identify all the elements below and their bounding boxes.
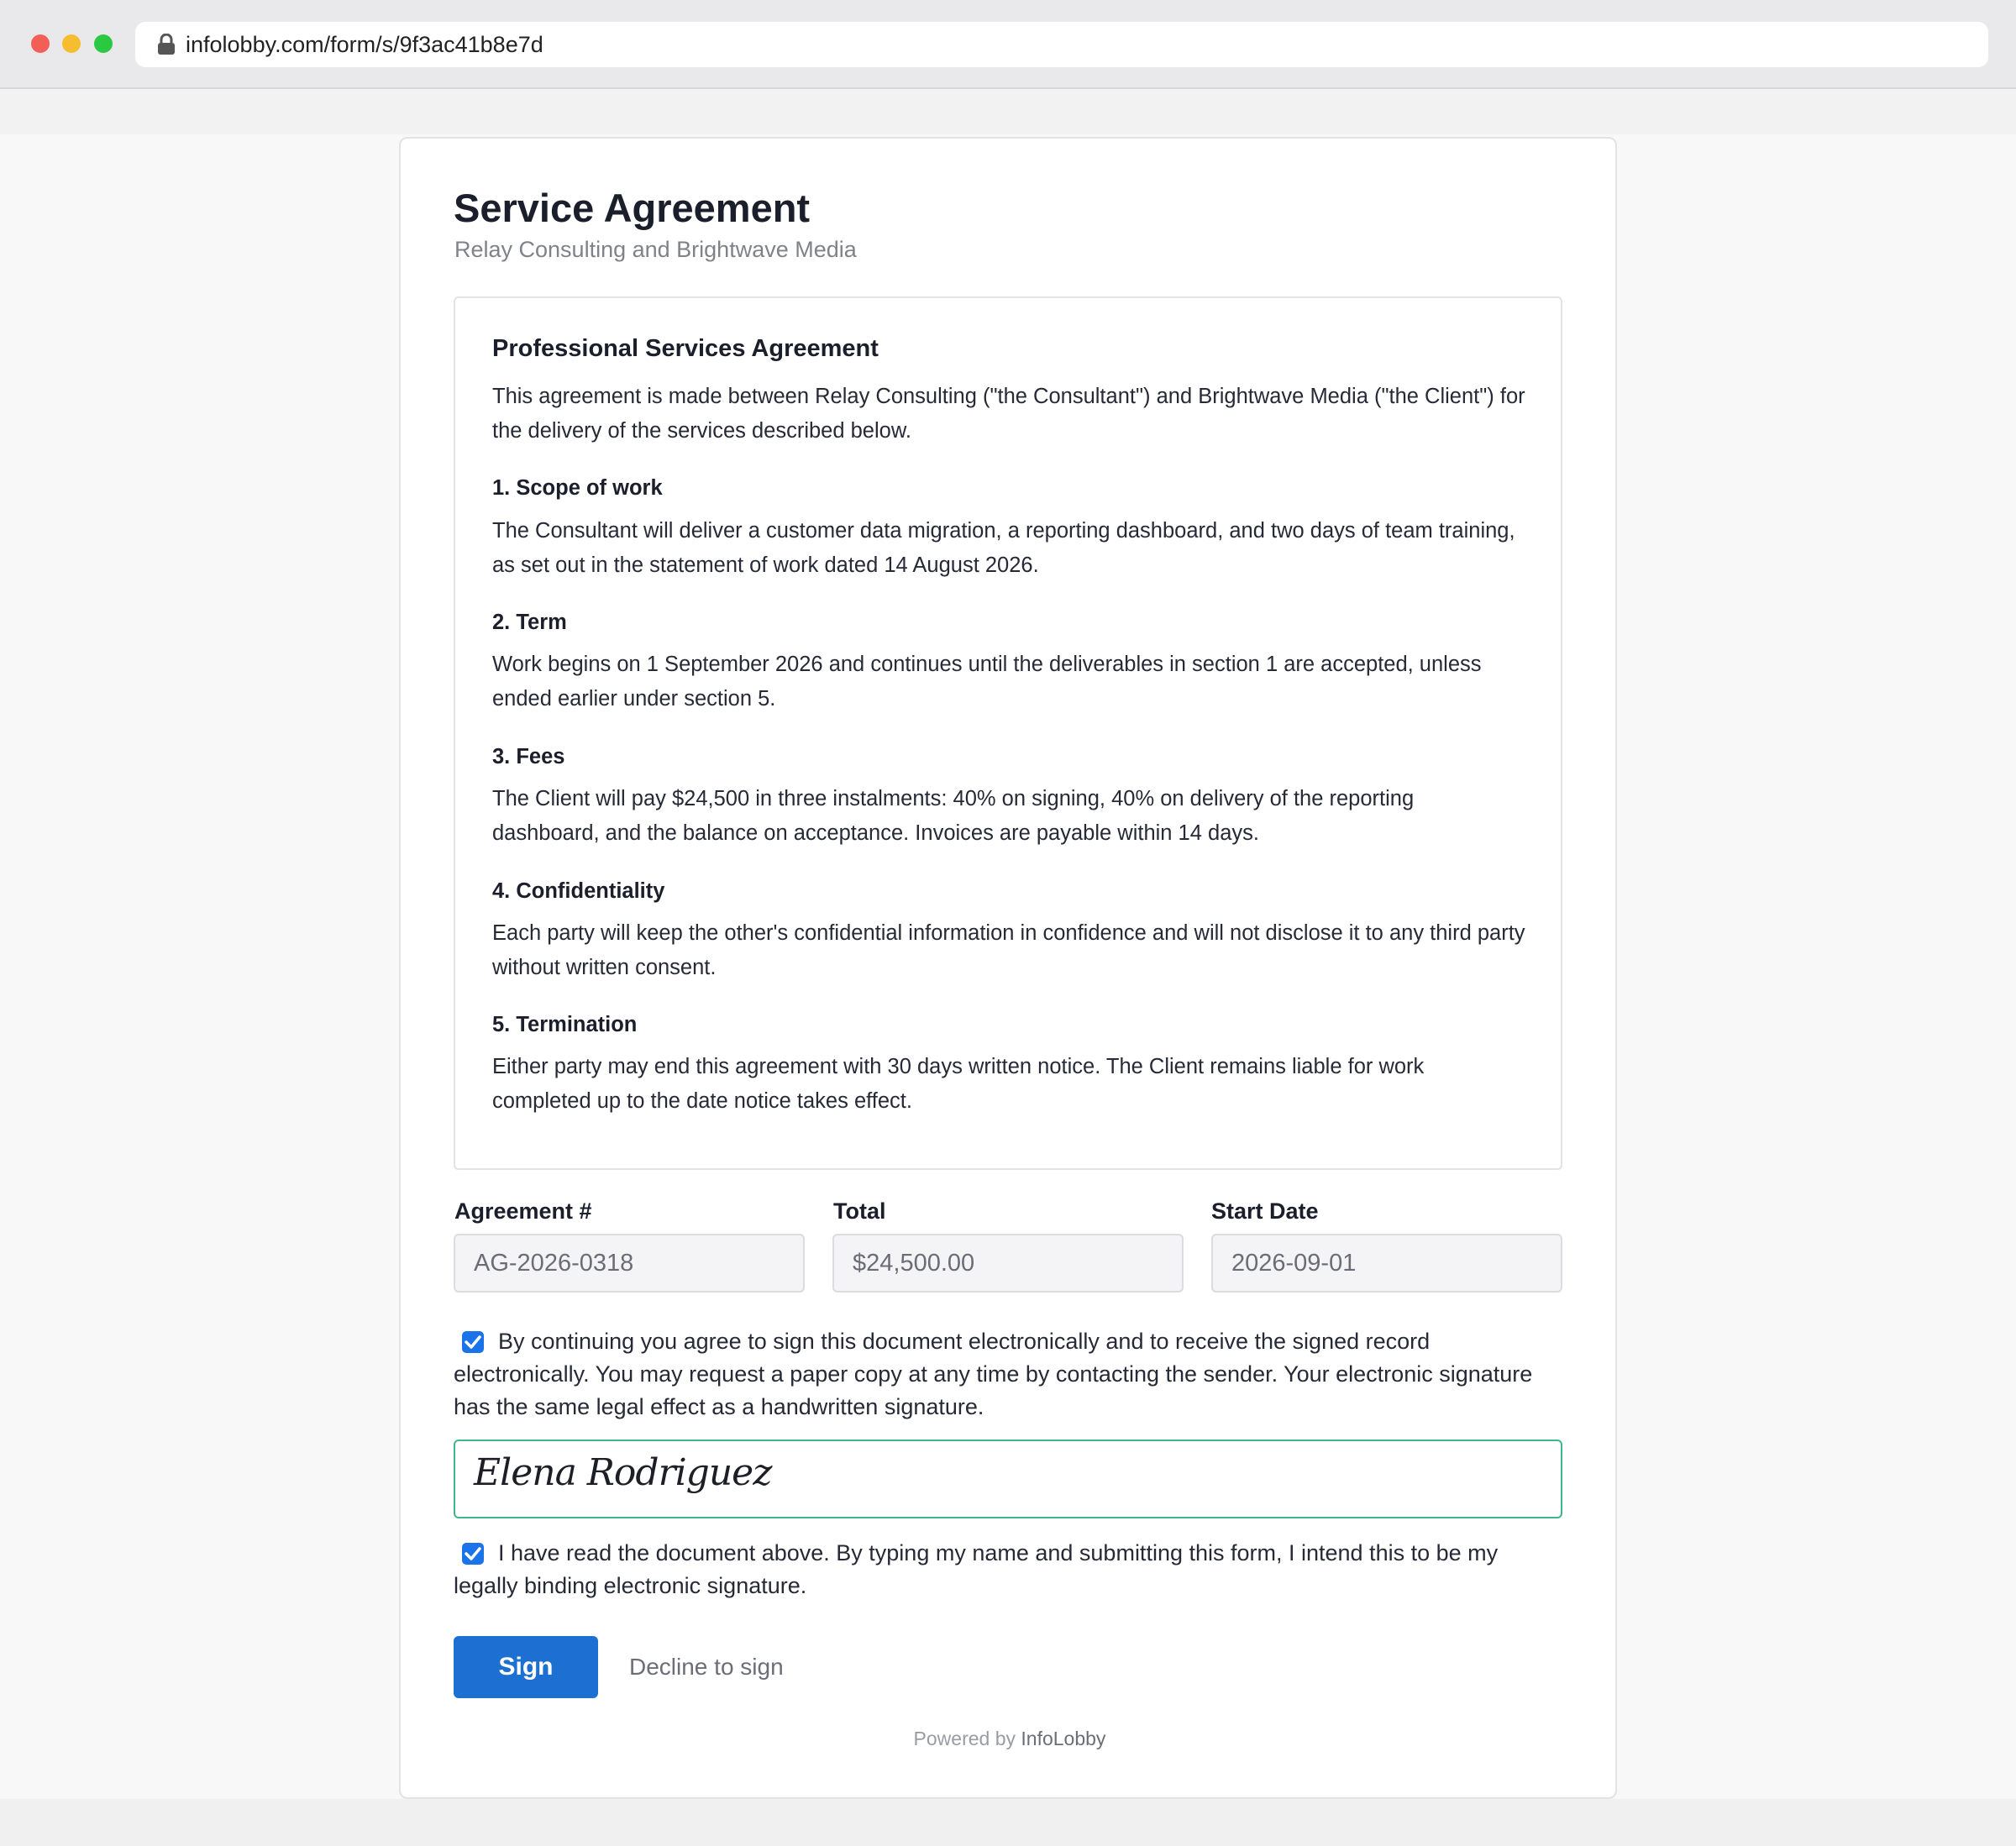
section-heading: 4. Confidentiality: [492, 879, 665, 903]
lock-icon: [157, 33, 176, 55]
section-body: Each party will keep the other's confide…: [492, 921, 1525, 979]
section-heading: 1. Scope of work: [492, 476, 663, 500]
brand-link[interactable]: InfoLobby: [1021, 1728, 1105, 1749]
page-title: Service Agreement: [454, 186, 811, 230]
powered-by-label: Powered by: [913, 1728, 1016, 1749]
total-field[interactable]: [832, 1234, 1184, 1293]
agreement-document: Professional Services Agreement This agr…: [454, 296, 1562, 1170]
window-close-button[interactable]: [31, 34, 50, 53]
window-minimize-button[interactable]: [62, 34, 81, 53]
signature-value: Elena Rodriguez: [474, 1451, 772, 1494]
section-heading: 2. Term: [492, 611, 567, 634]
start-date-label: Start Date: [1211, 1198, 1319, 1224]
document-intro: This agreement is made between Relay Con…: [492, 385, 1525, 443]
page-bottom: [0, 1799, 2016, 1846]
attest-text: I have read the document above. By typin…: [454, 1540, 1499, 1598]
signature-input[interactable]: Elena Rodriguez: [454, 1440, 1562, 1518]
address-bar[interactable]: infolobby.com/form/s/9f3ac41b8e7d: [135, 22, 1988, 67]
section-heading: 5. Termination: [492, 1013, 638, 1036]
toolbar-spacer: [0, 89, 2016, 134]
section-body: The Client will pay $24,500 in three ins…: [492, 787, 1415, 845]
agreement-number-field[interactable]: [454, 1234, 805, 1293]
document-title: Professional Services Agreement: [492, 335, 879, 362]
agreement-number-label: Agreement #: [454, 1198, 592, 1224]
decline-link[interactable]: Decline to sign: [629, 1654, 784, 1681]
form-card: Service Agreement Relay Consulting and B…: [399, 137, 1617, 1799]
window-maximize-button[interactable]: [94, 34, 113, 53]
powered-by-footer: Powered by InfoLobby: [401, 1728, 1619, 1750]
section-heading: 3. Fees: [492, 745, 565, 768]
section-body: The Consultant will deliver a customer d…: [492, 519, 1515, 577]
sign-button[interactable]: Sign: [454, 1636, 598, 1698]
page-subtitle: Relay Consulting and Brightwave Media: [454, 237, 857, 262]
section-body: Work begins on 1 September 2026 and cont…: [492, 653, 1482, 711]
browser-chrome: infolobby.com/form/s/9f3ac41b8e7d: [0, 0, 2016, 89]
url-text: infolobby.com/form/s/9f3ac41b8e7d: [186, 32, 543, 57]
section-body: Either party may end this agreement with…: [492, 1055, 1425, 1113]
consent-text: By continuing you agree to sign this doc…: [454, 1329, 1533, 1419]
start-date-field[interactable]: [1211, 1234, 1562, 1293]
total-label: Total: [833, 1198, 886, 1224]
